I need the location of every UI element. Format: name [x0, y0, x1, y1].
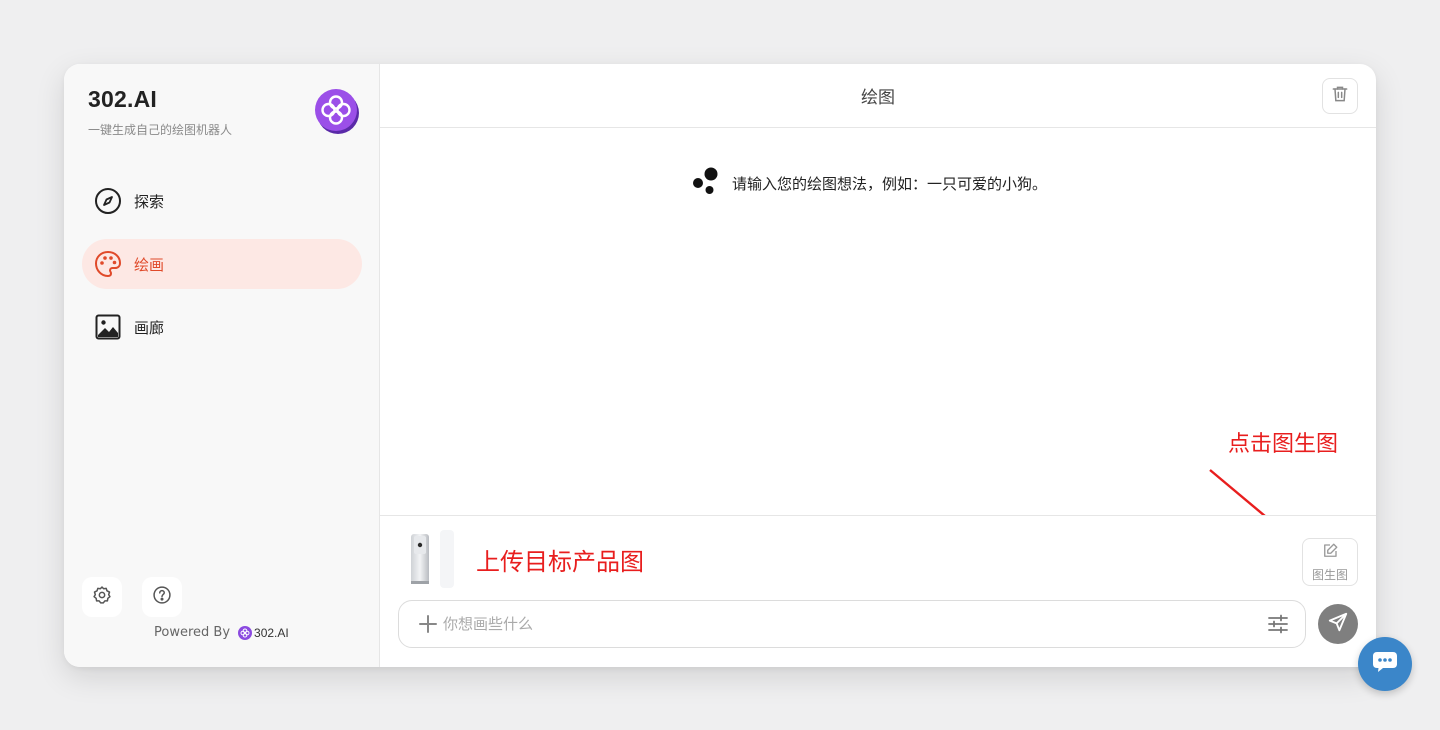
main-panel: 绘图 请输入您的绘图想法，例如：一只可爱的小狗。 点击图生图 上传目标产品图 图… — [380, 64, 1376, 667]
gallery-image-icon — [94, 313, 122, 341]
question-circle-icon — [152, 585, 172, 609]
chat-bubble-icon — [1371, 649, 1399, 679]
prompt-input-box — [398, 600, 1306, 648]
app-window: 302.AI 一键生成自己的绘图机器人 探索 绘画 画廊 Powered By … — [64, 64, 1376, 667]
sidebar-item-explore[interactable]: 探索 — [82, 176, 362, 226]
assistant-message-text: 请输入您的绘图想法，例如：一只可爱的小狗。 — [732, 174, 1048, 193]
img2img-label: 图生图 — [1311, 567, 1348, 582]
sidebar-item-label: 画廊 — [134, 318, 165, 337]
assistant-message: 请输入您的绘图想法，例如：一只可爱的小狗。 — [692, 166, 1047, 200]
powered-by: Powered By 302.AI — [154, 625, 289, 640]
brand-title: 302.AI — [88, 86, 157, 112]
sidebar-item-paint[interactable]: 绘画 — [82, 239, 362, 289]
sidebar-item-label: 绘画 — [134, 255, 165, 274]
edit-image-icon — [1321, 542, 1339, 564]
compass-icon — [94, 187, 122, 215]
send-button[interactable] — [1318, 604, 1358, 644]
settings-button[interactable] — [82, 577, 122, 617]
img2img-button[interactable]: 图生图 — [1302, 538, 1358, 586]
sidebar-nav: 探索 绘画 画廊 — [82, 176, 362, 365]
annotation-click-img2img: 点击图生图 — [1228, 432, 1339, 457]
palette-icon — [94, 250, 122, 278]
trash-icon — [1330, 84, 1350, 108]
sidebar-item-gallery[interactable]: 画廊 — [82, 302, 362, 352]
bot-avatar-icon — [692, 166, 720, 200]
powered-by-brand[interactable]: 302.AI — [254, 626, 289, 640]
composer-area: 上传目标产品图 图生图 — [380, 515, 1376, 667]
gear-icon — [92, 585, 112, 609]
support-chat-button[interactable] — [1358, 637, 1412, 691]
brand-logo-icon — [312, 86, 360, 134]
page-title: 绘图 — [861, 88, 895, 108]
main-header: 绘图 — [380, 64, 1376, 128]
clear-chat-button[interactable] — [1322, 78, 1358, 114]
brand-mini-logo-icon — [238, 625, 253, 640]
send-arrow-icon — [1327, 611, 1349, 637]
sidebar: 302.AI 一键生成自己的绘图机器人 探索 绘画 画廊 Powered By … — [64, 64, 380, 667]
uploaded-product-thumbnail[interactable] — [408, 532, 432, 586]
help-button[interactable] — [142, 577, 182, 617]
sidebar-item-label: 探索 — [134, 192, 165, 211]
plus-icon[interactable] — [417, 613, 439, 635]
prompt-input[interactable] — [443, 615, 1267, 633]
upload-slot[interactable] — [440, 530, 454, 588]
sliders-icon[interactable] — [1267, 613, 1289, 635]
brand-subtitle: 一键生成自己的绘图机器人 — [88, 123, 233, 137]
annotation-upload-product: 上传目标产品图 — [476, 548, 644, 576]
powered-by-label: Powered By — [154, 625, 231, 640]
